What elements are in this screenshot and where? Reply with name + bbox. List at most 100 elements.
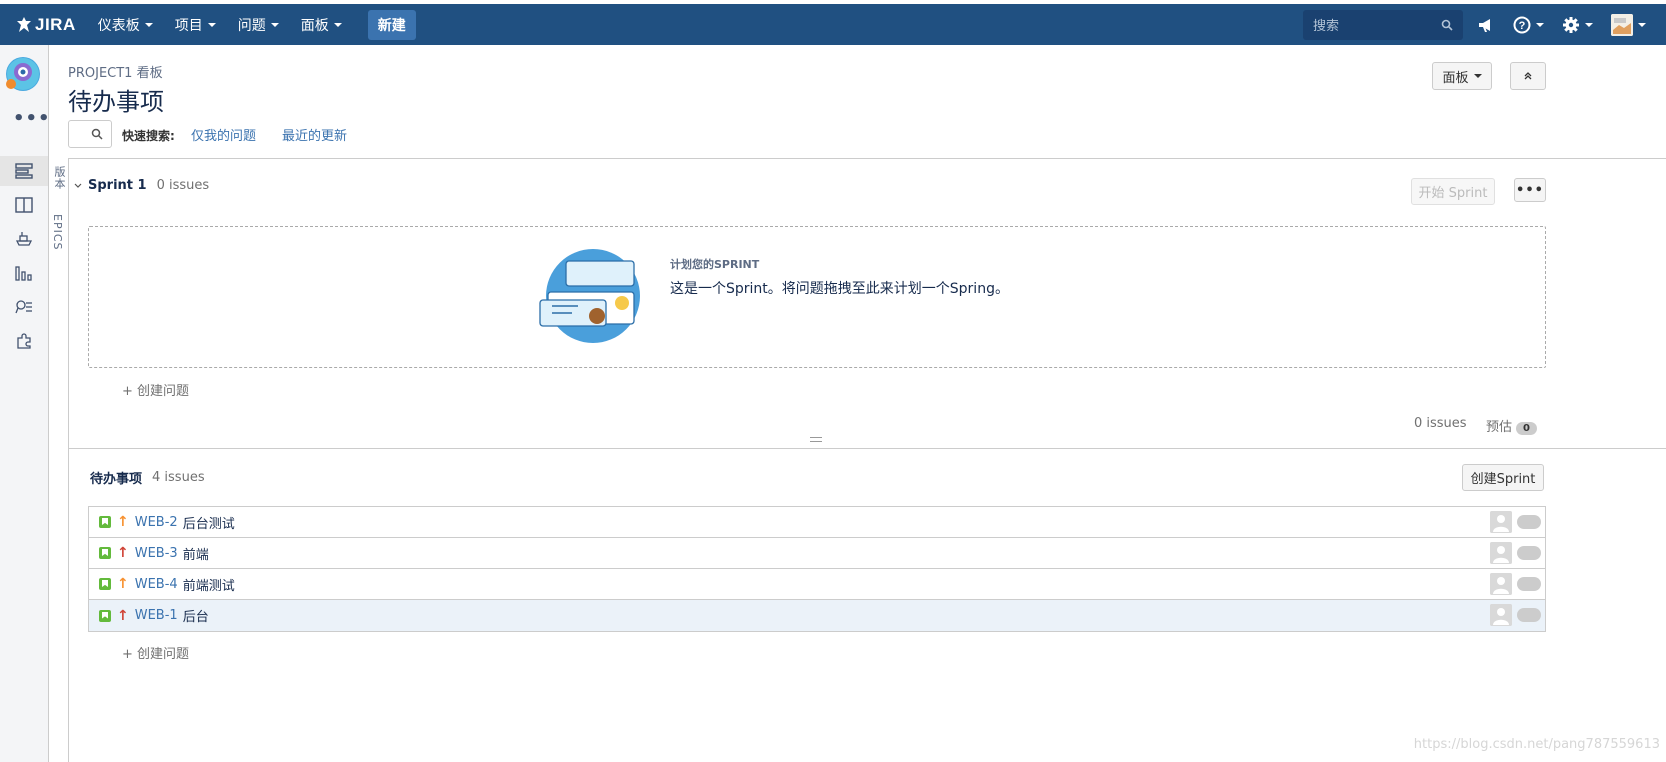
table-row[interactable]: ↑ WEB-4 前端测试 <box>89 569 1545 600</box>
sidebar-item-board[interactable] <box>0 190 48 220</box>
backlog-create-issue-link[interactable]: + 创建问题 <box>122 643 189 662</box>
nav-boards[interactable]: 面板 <box>301 15 342 35</box>
sprint-actions-button[interactable]: ••• <box>1514 178 1546 202</box>
priority-arrow-icon: ↑ <box>117 545 129 561</box>
nav-boards-label: 面板 <box>300 17 329 34</box>
table-row[interactable]: ↑ WEB-1 后台 <box>89 600 1545 631</box>
backlog-header: 待办事项 4 issues <box>90 468 205 487</box>
story-icon <box>99 609 111 622</box>
collapse-header-button[interactable] <box>1510 62 1546 90</box>
issue-key[interactable]: WEB-3 <box>135 546 178 561</box>
assignee-avatar[interactable] <box>1490 511 1512 533</box>
puzzle-icon <box>17 333 31 349</box>
resize-grip-icon[interactable] <box>810 437 822 442</box>
jira-logo[interactable]: JIRA <box>16 15 76 35</box>
row-meta <box>1490 573 1541 595</box>
board-menu-label: 面板 <box>1442 70 1469 86</box>
breadcrumb[interactable]: PROJECT1 看板 <box>68 62 163 81</box>
nav-dashboards[interactable]: 仪表板 <box>98 15 153 35</box>
filter-recently-updated[interactable]: 最近的更新 <box>282 125 347 144</box>
help-menu[interactable]: ? <box>1513 16 1544 34</box>
settings-menu[interactable] <box>1562 16 1593 34</box>
board-menu-button[interactable]: 面板 <box>1432 62 1492 90</box>
priority-arrow-icon: ↑ <box>117 576 129 592</box>
page-title: 待办事项 <box>68 88 164 116</box>
side-panel-tabs: 版本 EPICS <box>49 158 69 762</box>
nav-dashboards-label: 仪表板 <box>97 17 140 34</box>
issue-key[interactable]: WEB-1 <box>135 608 178 623</box>
chevron-down-icon <box>270 22 279 27</box>
backlog-icon <box>15 163 33 179</box>
chevron-down-icon <box>1638 22 1646 27</box>
avatar-image-icon <box>1611 13 1633 36</box>
issue-key[interactable]: WEB-2 <box>135 515 178 530</box>
backlog-issue-list: ↑ WEB-2 后台测试 ↑ WEB-3 前端 ↑ WEB-4 前端测试 ↑ WEB-1 后台 <box>88 506 1546 632</box>
more-options-icon[interactable]: ••• <box>13 108 51 129</box>
user-profile-menu[interactable] <box>1611 13 1646 36</box>
notifications-button[interactable] <box>1477 17 1495 33</box>
jira-logo-icon <box>17 16 31 32</box>
project-avatar[interactable] <box>6 57 40 91</box>
sprint-footer-count: 0 issues <box>1414 416 1467 431</box>
top-navigation-bar: JIRA 仪表板 项目 问题 面板 新建 搜索 ? <box>0 4 1666 45</box>
start-sprint-button[interactable]: 开始 Sprint <box>1411 178 1495 205</box>
chevron-down-icon <box>1473 74 1482 78</box>
nav-issues[interactable]: 问题 <box>238 15 279 35</box>
chevron-down-icon <box>144 22 153 27</box>
sprint-create-issue-link[interactable]: + 创建问题 <box>122 380 189 399</box>
more-options-icon: ••• <box>1516 182 1544 198</box>
assignee-avatar[interactable] <box>1490 604 1512 626</box>
estimate-pill <box>1517 546 1541 560</box>
user-avatar-icon <box>1490 573 1512 595</box>
sidebar-item-backlog[interactable] <box>0 156 48 186</box>
search-input[interactable]: 搜索 <box>1303 9 1463 40</box>
sidebar-item-reports[interactable] <box>0 258 48 288</box>
filter-only-my-issues[interactable]: 仅我的问题 <box>191 125 256 144</box>
priority-arrow-icon: ↑ <box>117 607 129 624</box>
plan-sprint-title: 计划您的SPRINT <box>670 258 760 271</box>
plan-sprint-illustration-icon <box>539 249 640 343</box>
backlog-name: 待办事项 <box>90 472 143 487</box>
issue-summary: 前端测试 <box>182 578 235 594</box>
help-icon: ? <box>1513 16 1531 33</box>
user-avatar-icon <box>1490 542 1512 564</box>
sprint-name[interactable]: Sprint 1 <box>88 178 147 193</box>
chevron-down-icon <box>1536 22 1544 27</box>
estimate-badge: 0 <box>1516 422 1537 435</box>
row-meta <box>1490 511 1541 533</box>
header-divider <box>69 158 1666 159</box>
search-placeholder: 搜索 <box>1313 19 1340 34</box>
project-avatar-icon <box>6 58 39 90</box>
sidebar-item-releases[interactable] <box>0 224 48 254</box>
table-row[interactable]: ↑ WEB-2 后台测试 <box>89 507 1545 538</box>
user-avatar-icon <box>1490 604 1512 626</box>
create-sprint-label: 创建Sprint <box>1470 472 1536 487</box>
chevron-down-icon <box>333 22 342 27</box>
estimate-pill <box>1517 515 1541 529</box>
tab-versions[interactable]: 版本 <box>51 166 67 190</box>
sidebar-item-issues-search[interactable] <box>0 292 48 322</box>
table-row[interactable]: ↑ WEB-3 前端 <box>89 538 1545 569</box>
assignee-avatar[interactable] <box>1490 573 1512 595</box>
issue-key[interactable]: WEB-4 <box>135 577 178 592</box>
ship-icon <box>15 232 33 246</box>
chevron-down-icon[interactable] <box>74 182 82 190</box>
nav-projects[interactable]: 项目 <box>175 15 216 35</box>
tab-epics[interactable]: EPICS <box>51 214 64 251</box>
user-avatar-icon <box>1490 511 1512 533</box>
create-button[interactable]: 新建 <box>367 9 416 40</box>
gear-icon <box>1563 16 1579 33</box>
chevron-down-icon <box>207 22 216 27</box>
header-right-tools: 搜索 ? <box>1303 4 1666 45</box>
assignee-avatar[interactable] <box>1490 542 1512 564</box>
sidebar-item-addons[interactable] <box>0 326 48 356</box>
quick-search-input[interactable] <box>68 120 112 148</box>
estimate-pill <box>1517 577 1541 591</box>
story-icon <box>99 516 111 528</box>
project-sidebar: ••• <box>0 45 51 762</box>
sprint-header: Sprint 1 0 issues <box>74 178 209 193</box>
create-sprint-button[interactable]: 创建Sprint <box>1462 464 1544 491</box>
issue-summary: 后台测试 <box>182 516 235 532</box>
svg-text:?: ? <box>1519 20 1526 32</box>
backlog-issue-count: 4 issues <box>152 470 205 485</box>
